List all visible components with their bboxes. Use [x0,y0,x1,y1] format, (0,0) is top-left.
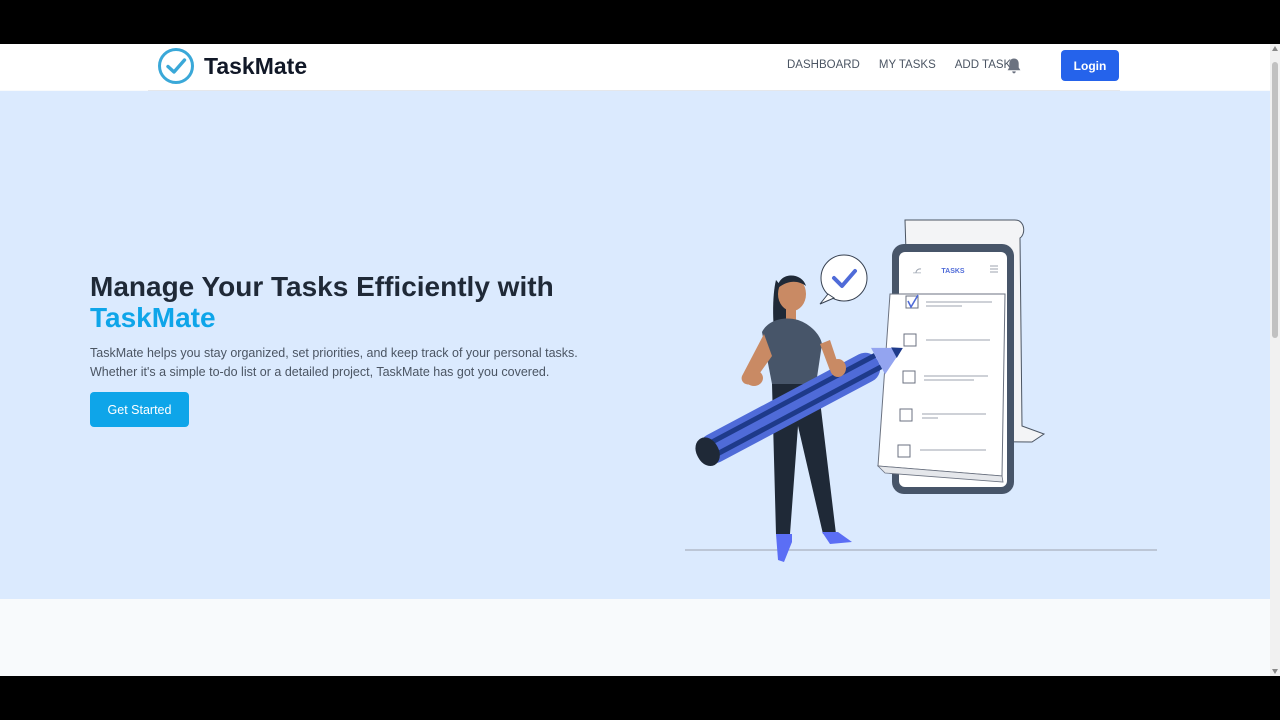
nav-link-my-tasks[interactable]: MY TASKS [879,59,936,71]
checkbox-empty [903,333,917,347]
hero-description-line-1: TaskMate helps you stay organized, set p… [90,346,578,360]
left-shoe [776,534,792,562]
scroll-down-icon[interactable] [1272,669,1278,674]
phone-status-bar [913,272,921,274]
hero-description: TaskMate helps you stay organized, set p… [90,344,590,382]
browser-viewport: TaskMate DASHBOARD MY TASKS ADD TASK Log… [0,44,1280,676]
brand[interactable]: TaskMate [157,47,307,85]
nav-links: DASHBOARD MY TASKS ADD TASK [787,59,1030,71]
right-hand [830,359,846,377]
scroll-up-icon[interactable] [1272,46,1278,51]
nav-link-dashboard[interactable]: DASHBOARD [787,59,860,71]
login-button[interactable]: Login [1061,50,1119,81]
checkbox-empty [899,408,913,422]
shirt [762,318,822,384]
hero-headline-text: Manage Your Tasks Efficiently with [90,271,554,302]
checkbox-empty [897,444,911,458]
hero-headline: Manage Your Tasks Efficiently with TaskM… [90,271,554,333]
brand-name: TaskMate [204,52,308,79]
nav-link-add-task[interactable]: ADD TASK [955,59,1011,71]
checkbox-empty [902,370,916,384]
scrollbar-thumb[interactable] [1272,62,1278,338]
speech-bubble [819,254,868,305]
hero-illustration: TASKS [685,219,1157,562]
check-circle-icon [158,48,194,84]
hero-headline-accent: TaskMate [90,302,216,333]
task-sheet [877,293,1006,477]
page-scrollbar[interactable] [1270,44,1280,676]
right-shoe [822,532,852,544]
left-hand [745,370,763,386]
hero-section: Manage Your Tasks Efficiently with TaskM… [0,91,1270,599]
get-started-button[interactable]: Get Started [90,392,189,427]
hero-description-line-2: Whether it's a simple to-do list or a de… [90,365,550,379]
navbar: TaskMate DASHBOARD MY TASKS ADD TASK Log… [0,44,1270,90]
bell-icon[interactable] [1006,57,1022,75]
phone-title: TASKS [941,268,965,275]
